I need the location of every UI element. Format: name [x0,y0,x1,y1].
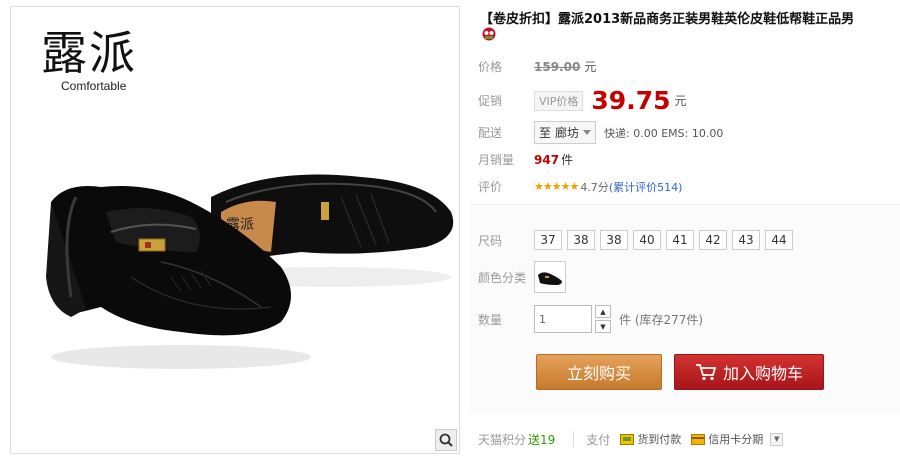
cod-icon [620,433,635,445]
sales-label: 月销量 [478,153,515,167]
brand-name-cn: 露派 [41,26,137,80]
add-to-cart-button[interactable]: 加入购物车 [674,354,824,390]
add-to-cart-label: 加入购物车 [722,364,803,383]
quantity-increase-button[interactable]: ▲ [595,305,611,318]
points-label: 天猫积分 [478,432,527,447]
quantity-stepper: ▲ ▼ [595,305,611,333]
color-row: 颜色分类 [478,261,566,293]
promo-row: 促销 VIP价格 39.75 元 [478,86,687,115]
rating-label: 评价 [478,180,503,194]
magnifier-icon [439,433,453,447]
sales-count: 947 [534,152,560,167]
rating-row: 评价 ★★★★★ 4.7分 (累计评价514) [478,178,682,195]
zoom-button[interactable] [435,429,457,451]
cart-icon [695,364,717,381]
delivery-fee: 快递: 0.00 EMS: 10.00 [604,126,724,140]
credit-label: 信用卡分期 [708,433,764,446]
size-option[interactable]: 44 [765,230,793,250]
stock-info: 件 (库存277件) [619,312,704,327]
color-option-black[interactable] [534,261,566,293]
price-label: 价格 [478,60,503,74]
pay-label: 支付 [586,432,611,447]
shoe-thumbnail-icon [538,272,562,285]
points-value: 送19 [528,432,556,447]
size-option[interactable]: 38 [600,230,628,250]
promo-label: 促销 [478,94,503,108]
product-title[interactable]: 【卷皮折扣】露派2013新品商务正装男鞋英伦皮鞋低帮鞋正品男 [480,8,854,27]
credit-installment[interactable]: 信用卡分期 ▼ [691,431,784,447]
delivery-to: 至 [539,126,552,140]
price-row: 价格 159.00 元 [478,58,596,75]
delivery-label: 配送 [478,126,503,140]
sales-row: 月销量 947 件 [478,151,573,168]
quantity-decrease-button[interactable]: ▼ [595,320,611,333]
size-option[interactable]: 42 [699,230,727,250]
gift-badge-icon [482,27,496,41]
product-image-panel[interactable]: 露派 Comfortable 露派 [10,6,460,454]
size-option[interactable]: 37 [534,230,562,250]
sales-unit: 件 [561,153,574,167]
color-label: 颜色分类 [478,270,527,285]
brand-logo: 露派 Comfortable [41,25,137,93]
divider [573,431,575,447]
promo-price: 39.75 [591,86,671,115]
delivery-row: 配送 至 廊坊 快递: 0.00 EMS: 10.00 [478,121,723,144]
size-option[interactable]: 43 [732,230,760,250]
size-option[interactable]: 41 [666,230,694,250]
cod-label: 货到付款 [637,433,682,446]
chevron-down-icon[interactable]: ▼ [770,432,784,446]
buy-now-button[interactable]: 立刻购买 [536,354,662,390]
size-row: 尺码 37 38 38 40 41 42 43 44 [478,230,793,250]
shoe-photo: 露派 [46,174,454,369]
rating-stars: ★★★★★ [534,180,579,193]
cod-payment[interactable]: 货到付款 [620,431,681,447]
delivery-city: 廊坊 [555,126,580,140]
size-options: 37 38 38 40 41 42 43 44 [534,230,793,250]
promo-price-unit: 元 [674,94,687,108]
price-unit: 元 [584,60,597,74]
brand-name-en: Comfortable [61,79,127,93]
chevron-down-icon [583,129,592,135]
quantity-input[interactable]: 1 [534,305,592,333]
review-count-link[interactable]: (累计评价514) [609,179,683,195]
vip-price-tag: VIP价格 [534,90,584,111]
credit-card-icon [691,433,706,445]
size-option[interactable]: 38 [567,230,595,250]
size-option[interactable]: 40 [633,230,661,250]
quantity-label: 数量 [478,312,503,327]
original-price: 159.00 [534,59,581,74]
quantity-row: 数量 1 ▲ ▼ 件 (库存277件) [478,305,703,333]
rating-score: 4.7分 [580,180,609,194]
service-bar: 天猫积分 送19 支付 货到付款 信用卡分期 ▼ [470,425,900,453]
size-label: 尺码 [478,233,503,248]
delivery-location-select[interactable]: 至 廊坊 [534,121,597,144]
product-info-panel: 【卷皮折扣】露派2013新品商务正装男鞋英伦皮鞋低帮鞋正品男 价格 159.00… [470,0,900,460]
